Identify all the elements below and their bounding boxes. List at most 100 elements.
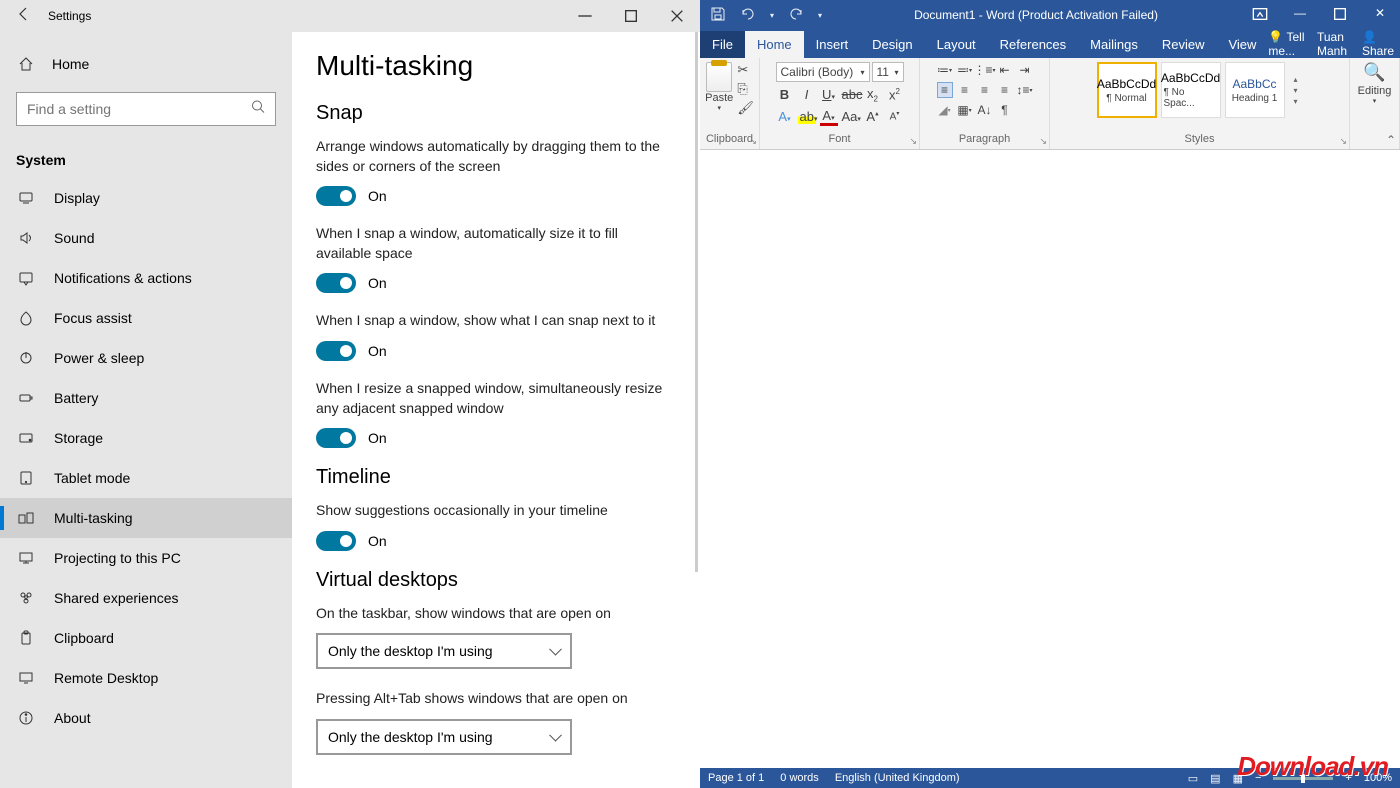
format-painter-icon[interactable]: 🖌 [737, 100, 754, 116]
styles-launcher-icon[interactable]: ↘ [1339, 136, 1347, 147]
sidebar-item-notifications[interactable]: Notifications & actions [0, 258, 292, 298]
qat-dropdown-1[interactable]: ▾ [770, 11, 774, 20]
back-button[interactable] [0, 6, 48, 27]
sort-button[interactable]: A↓ [977, 102, 993, 118]
line-spacing-button[interactable]: ↕≡▾ [1017, 82, 1033, 98]
text-effects-button[interactable]: A▾ [776, 109, 794, 124]
shading-button[interactable]: ◢▾ [937, 102, 953, 118]
tell-me[interactable]: 💡 Tell me... [1268, 30, 1309, 58]
show-marks-button[interactable]: ¶ [997, 102, 1013, 118]
scrollbar[interactable] [695, 32, 698, 572]
style---no-spac---[interactable]: AaBbCcDd¶ No Spac... [1161, 62, 1221, 118]
sidebar-item-sound[interactable]: Sound [0, 218, 292, 258]
font-color-button[interactable]: A▾ [820, 108, 838, 126]
sidebar-item-focus-assist[interactable]: Focus assist [0, 298, 292, 338]
vd-taskbar-dropdown[interactable]: Only the desktop I'm using [316, 633, 572, 669]
shrink-font-button[interactable]: A▾ [886, 110, 904, 122]
sidebar-item-clipboard[interactable]: Clipboard [0, 618, 292, 658]
vd-alttab-dropdown[interactable]: Only the desktop I'm using [316, 719, 572, 755]
italic-button[interactable]: I [798, 87, 816, 102]
status-lang[interactable]: English (United Kingdom) [835, 772, 960, 784]
sidebar-item-remote-desktop[interactable]: Remote Desktop [0, 658, 292, 698]
align-left-button[interactable]: ≡ [937, 82, 953, 98]
snap-toggle-2[interactable] [316, 341, 356, 361]
sidebar-item-projecting[interactable]: Projecting to this PC [0, 538, 292, 578]
font-name-combo[interactable]: Calibri (Body)▾ [776, 62, 870, 82]
superscript-button[interactable]: x2 [886, 87, 904, 102]
word-maximize-button[interactable] [1320, 6, 1360, 25]
align-center-button[interactable]: ≡ [957, 82, 973, 98]
copy-icon[interactable]: ⎘ [737, 81, 754, 97]
tab-design[interactable]: Design [860, 31, 924, 58]
decrease-indent-button[interactable]: ⇤ [997, 62, 1013, 78]
tab-mailings[interactable]: Mailings [1078, 31, 1150, 58]
tab-insert[interactable]: Insert [804, 31, 861, 58]
bold-button[interactable]: B [776, 87, 794, 102]
paragraph-launcher-icon[interactable]: ↘ [1039, 136, 1047, 147]
tab-view[interactable]: View [1216, 31, 1268, 58]
sidebar-item-tablet-mode[interactable]: Tablet mode [0, 458, 292, 498]
underline-button[interactable]: U▾ [820, 87, 838, 102]
style---normal[interactable]: AaBbCcDd¶ Normal [1097, 62, 1157, 118]
qat-customize-icon[interactable]: ▾ [818, 11, 822, 20]
style-heading-1[interactable]: AaBbCcHeading 1 [1225, 62, 1285, 118]
sidebar-home-button[interactable]: Home [0, 44, 292, 84]
share-button[interactable]: 👤 Share [1362, 30, 1394, 58]
search-input[interactable] [16, 92, 276, 126]
sidebar-item-about[interactable]: About [0, 698, 292, 738]
styles-more-button[interactable]: ▴▾▾ [1289, 62, 1303, 118]
sidebar-item-storage[interactable]: Storage [0, 418, 292, 458]
font-launcher-icon[interactable]: ↘ [909, 136, 917, 147]
tab-references[interactable]: References [988, 31, 1078, 58]
status-page[interactable]: Page 1 of 1 [708, 772, 764, 784]
zoom-in-button[interactable]: + [1345, 772, 1351, 784]
word-minimize-button[interactable]: — [1280, 6, 1320, 25]
sidebar-item-display[interactable]: Display [0, 178, 292, 218]
zoom-slider[interactable] [1273, 777, 1333, 780]
status-words[interactable]: 0 words [780, 772, 819, 784]
multilevel-list-button[interactable]: ⋮≡▾ [977, 62, 993, 78]
zoom-level[interactable]: 100% [1364, 772, 1392, 784]
tab-layout[interactable]: Layout [925, 31, 988, 58]
snap-toggle-3[interactable] [316, 428, 356, 448]
sidebar-item-multi-tasking[interactable]: Multi-tasking [0, 498, 292, 538]
sidebar-item-battery[interactable]: Battery [0, 378, 292, 418]
close-button[interactable] [654, 0, 700, 32]
find-button[interactable]: 🔍 Editing ▾ [1358, 62, 1392, 105]
word-close-button[interactable]: ✕ [1360, 6, 1400, 25]
snap-toggle-0[interactable] [316, 186, 356, 206]
ribbon-display-options-icon[interactable] [1240, 6, 1280, 25]
change-case-button[interactable]: Aa▾ [842, 109, 860, 124]
subscript-button[interactable]: x2 [864, 86, 882, 104]
save-icon[interactable] [710, 6, 726, 25]
minimize-button[interactable] [562, 0, 608, 32]
user-name[interactable]: Tuan Manh [1317, 30, 1354, 58]
font-size-combo[interactable]: 11▾ [872, 62, 904, 82]
tab-home[interactable]: Home [745, 31, 804, 58]
highlight-button[interactable]: ab▾ [798, 109, 816, 124]
numbering-button[interactable]: ≕▾ [957, 62, 973, 78]
clipboard-launcher-icon[interactable]: ↘ [749, 136, 757, 147]
maximize-button[interactable] [608, 0, 654, 32]
web-layout-icon[interactable]: ▦ [1233, 772, 1243, 785]
borders-button[interactable]: ▦▾ [957, 102, 973, 118]
document-canvas[interactable] [700, 150, 1400, 768]
bullets-button[interactable]: ≔▾ [937, 62, 953, 78]
tab-review[interactable]: Review [1150, 31, 1217, 58]
snap-toggle-1[interactable] [316, 273, 356, 293]
timeline-toggle[interactable] [316, 531, 356, 551]
redo-icon[interactable] [788, 6, 804, 25]
justify-button[interactable]: ≡ [997, 82, 1013, 98]
tab-file[interactable]: File [700, 31, 745, 58]
increase-indent-button[interactable]: ⇥ [1017, 62, 1033, 78]
collapse-ribbon-icon[interactable]: ⌃ [1386, 133, 1396, 147]
align-right-button[interactable]: ≡ [977, 82, 993, 98]
cut-icon[interactable]: ✂ [737, 62, 754, 78]
sidebar-item-shared-exp[interactable]: Shared experiences [0, 578, 292, 618]
sidebar-item-power-sleep[interactable]: Power & sleep [0, 338, 292, 378]
strikethrough-button[interactable]: abc [842, 87, 860, 102]
print-layout-icon[interactable]: ▤ [1210, 772, 1220, 785]
read-mode-icon[interactable]: ▭ [1188, 772, 1198, 785]
zoom-out-button[interactable]: − [1255, 772, 1261, 784]
paste-button[interactable]: Paste ▾ [705, 62, 733, 116]
